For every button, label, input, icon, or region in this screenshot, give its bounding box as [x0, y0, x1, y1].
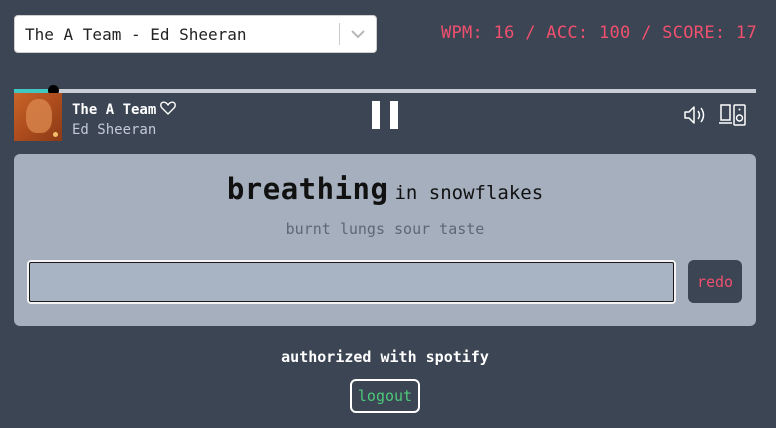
auth-status-text: authorized with spotify: [281, 348, 489, 366]
playback-progress-bar[interactable]: [14, 85, 756, 96]
track-title-row: The A Team: [72, 101, 177, 119]
track-artist: Ed Sheeran: [72, 122, 157, 138]
devices-icon[interactable]: [719, 102, 747, 128]
track-title: The A Team: [72, 102, 157, 118]
typing-stats: WPM: 16 / ACC: 100 / SCORE: 17: [440, 23, 757, 43]
current-word: breathing: [226, 172, 389, 206]
heart-icon[interactable]: [160, 101, 177, 119]
logout-button[interactable]: logout: [350, 379, 420, 413]
song-select-dropdown[interactable]: The A Team - Ed Sheeran: [14, 15, 377, 53]
volume-icon[interactable]: [683, 104, 709, 126]
album-art: [14, 93, 62, 141]
typing-panel: breathing in snowflakes burnt lungs sour …: [14, 154, 756, 326]
chevron-down-icon[interactable]: [340, 16, 376, 52]
current-lyric-line: breathing in snowflakes: [14, 172, 756, 206]
song-select-value: The A Team - Ed Sheeran: [25, 24, 247, 44]
typing-input[interactable]: [27, 260, 676, 304]
current-line-rest: in snowflakes: [394, 182, 544, 204]
redo-button[interactable]: redo: [688, 260, 742, 303]
next-lyric-line: burnt lungs sour taste: [285, 220, 485, 238]
pause-icon[interactable]: [372, 101, 398, 129]
